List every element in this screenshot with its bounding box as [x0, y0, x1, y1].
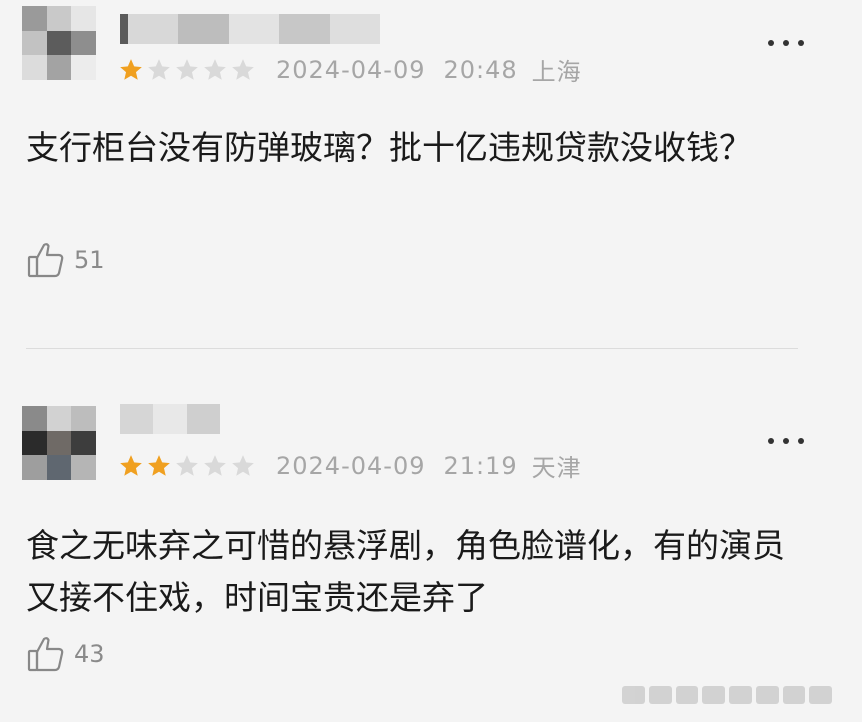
- review-item: 2024-04-09 21:19 天津 食之无味弃之可惜的悬浮剧，角色脸谱化，有…: [0, 372, 862, 722]
- like-button[interactable]: 51: [26, 240, 105, 280]
- star-icon: [204, 454, 226, 476]
- like-count: 43: [74, 640, 105, 668]
- username-redacted[interactable]: [120, 404, 220, 434]
- star-icon: [176, 454, 198, 476]
- star-icon: [232, 454, 254, 476]
- star-icon: [204, 58, 226, 80]
- review-time: 20:48: [443, 55, 518, 84]
- watermark-redacted: [622, 686, 832, 704]
- review-location: 上海: [531, 58, 582, 86]
- like-count: 51: [74, 246, 105, 274]
- more-dots-icon[interactable]: [768, 38, 804, 48]
- username-redacted[interactable]: [120, 14, 380, 44]
- review-meta: 2024-04-09 21:19 天津: [118, 448, 582, 483]
- review-time: 21:19: [443, 451, 518, 480]
- divider: [26, 348, 798, 349]
- star-icon: [148, 454, 170, 476]
- review-content: 食之无味弃之可惜的悬浮剧，角色脸谱化，有的演员又接不住戏，时间宝贵还是弃了: [26, 526, 785, 617]
- thumbs-up-icon: [27, 243, 64, 278]
- star-icon: [232, 58, 254, 80]
- review-date: 2024-04-09: [276, 451, 426, 480]
- review-item: 2024-04-09 20:48 上海 支行柜台没有防弹玻璃？批十亿违规贷款没收…: [0, 0, 862, 330]
- thumbs-up-icon: [27, 637, 64, 672]
- star-icon: [148, 58, 170, 80]
- avatar[interactable]: [22, 6, 96, 80]
- review-date: 2024-04-09: [276, 55, 426, 84]
- review-location: 天津: [531, 454, 582, 482]
- review-content: 支行柜台没有防弹玻璃？批十亿违规贷款没收钱？: [26, 128, 752, 167]
- star-icon: [120, 58, 142, 80]
- star-icon: [120, 454, 142, 476]
- avatar[interactable]: [22, 406, 96, 480]
- star-icon: [176, 58, 198, 80]
- more-dots-icon[interactable]: [768, 436, 804, 446]
- star-rating: [118, 453, 258, 479]
- like-button[interactable]: 43: [26, 634, 105, 674]
- review-meta: 2024-04-09 20:48 上海: [118, 52, 582, 87]
- star-rating: [118, 57, 258, 83]
